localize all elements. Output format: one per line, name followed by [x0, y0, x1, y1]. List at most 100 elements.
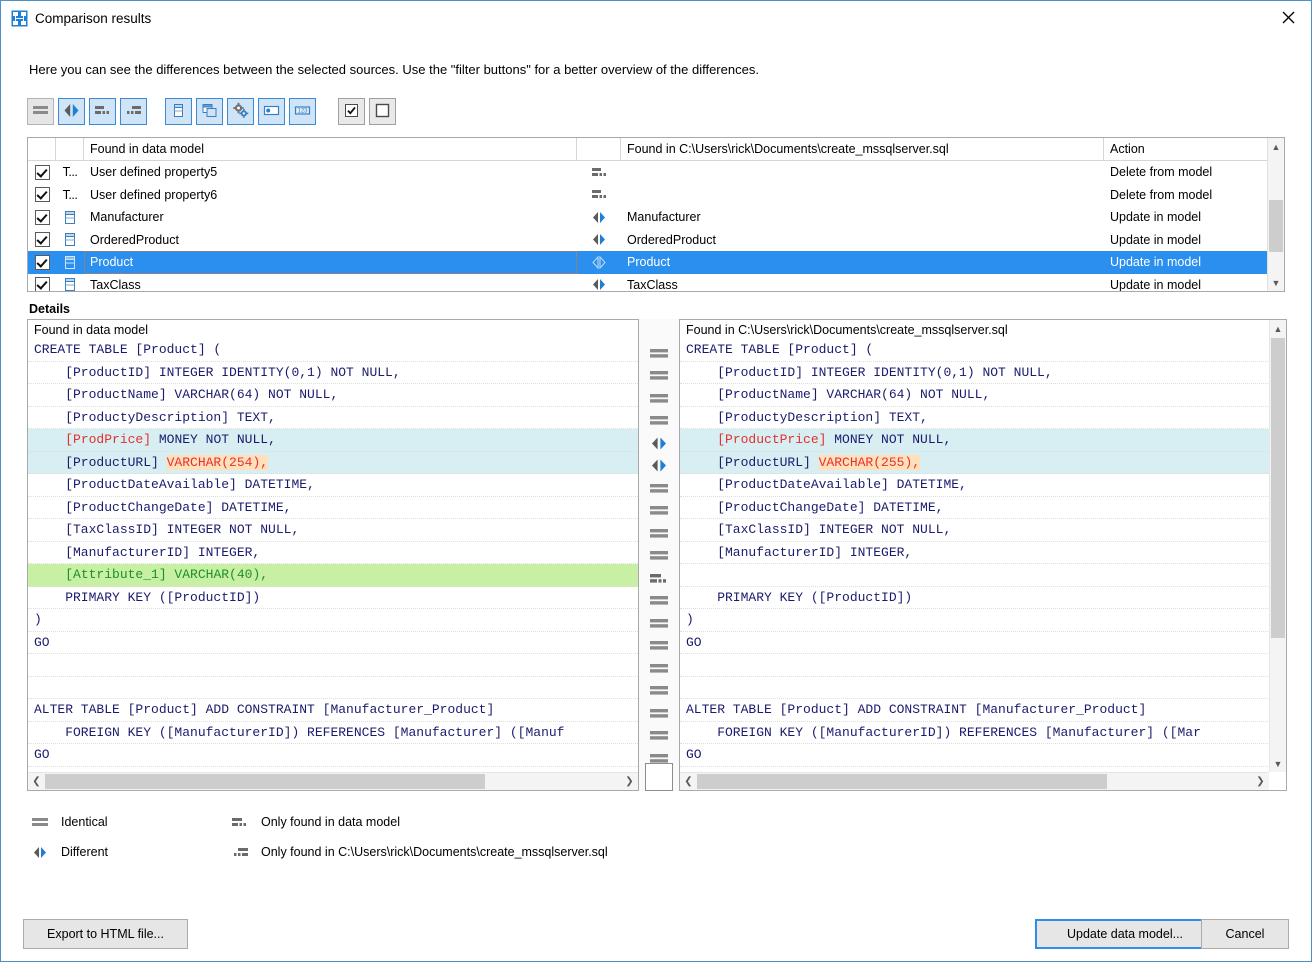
- cancel-button[interactable]: Cancel: [1201, 919, 1289, 949]
- legend-only-in-file: Only found in C:\Users\rick\Documents\cr…: [227, 845, 608, 859]
- right-vertical-scrollbar[interactable]: ▲ ▼: [1269, 320, 1286, 772]
- uncheck-all-button[interactable]: [369, 98, 396, 125]
- window-title: Comparison results: [35, 10, 152, 26]
- code-line: [ProductDateAvailable] DATETIME,: [680, 474, 1286, 497]
- scroll-down-icon[interactable]: ▼: [1270, 755, 1286, 772]
- code-line: PRIMARY KEY ([ProductID]): [28, 587, 638, 609]
- left-hscroll-thumb[interactable]: [45, 774, 485, 789]
- scroll-up-icon[interactable]: ▲: [1268, 138, 1284, 155]
- row-checkbox[interactable]: [28, 274, 56, 291]
- table-row[interactable]: OrderedProduct OrderedProduct Update in …: [28, 229, 1284, 252]
- left-pane-header: Found in data model: [28, 320, 638, 339]
- filter-only-in-model-button[interactable]: [89, 98, 116, 125]
- grid-scroll-thumb[interactable]: [1269, 200, 1283, 252]
- right-vscroll-thumb[interactable]: [1271, 338, 1285, 638]
- legend: Identical Only found in data model Diffe…: [27, 807, 1311, 867]
- gears-icon: [232, 102, 249, 122]
- identical-icon: [646, 545, 672, 568]
- filter-tables-button[interactable]: [165, 98, 192, 125]
- filter-identical-button[interactable]: [27, 98, 54, 125]
- table-row[interactable]: TaxClass TaxClass Update in model: [28, 274, 1284, 292]
- identical-icon: [646, 477, 672, 500]
- filter-views-button[interactable]: [196, 98, 223, 125]
- row-checkbox[interactable]: [28, 229, 56, 252]
- title-bar: Comparison results: [1, 1, 1311, 35]
- left-code-view[interactable]: CREATE TABLE [Product] ( [ProductID] INT…: [28, 339, 638, 767]
- filter-only-in-file-button[interactable]: [120, 98, 147, 125]
- different-icon: [63, 102, 80, 122]
- grid-header-row: Found in data model Found in C:\Users\ri…: [28, 138, 1284, 161]
- scroll-left-icon[interactable]: ❮: [28, 773, 45, 790]
- gutter-corner-box: [645, 763, 673, 791]
- table-row[interactable]: T... User defined property6 Delete from …: [28, 184, 1284, 207]
- filter-procedures-button[interactable]: [227, 98, 254, 125]
- code-line: [ProductyDescription] TEXT,: [28, 407, 638, 429]
- row-right-name: OrderedProduct: [627, 232, 716, 247]
- scroll-right-icon[interactable]: ❯: [621, 773, 638, 790]
- code-line: CREATE TABLE [Product] (: [28, 339, 638, 362]
- identical-icon: [646, 657, 672, 680]
- left-horizontal-scrollbar[interactable]: ❮ ❯: [28, 772, 638, 790]
- grid-vertical-scrollbar[interactable]: ▲ ▼: [1267, 138, 1284, 291]
- only-in-file-icon: [125, 102, 142, 122]
- table-row-selected[interactable]: Product Product Update in model: [28, 251, 1284, 274]
- code-line: [28, 677, 638, 699]
- scroll-up-icon[interactable]: ▲: [1270, 320, 1286, 337]
- row-right-name: [621, 184, 1104, 207]
- filter-toolbar: 123: [27, 98, 1311, 125]
- row-action: Update in model: [1110, 277, 1202, 292]
- row-checkbox[interactable]: [28, 184, 56, 207]
- table-row[interactable]: Manufacturer Manufacturer Update in mode…: [28, 206, 1284, 229]
- filter-different-button[interactable]: [58, 98, 85, 125]
- row-checkbox[interactable]: [28, 206, 56, 229]
- code-line: [ProductName] VARCHAR(64) NOT NULL,: [680, 384, 1286, 407]
- identical-icon: [646, 387, 672, 410]
- right-pane-header: Found in C:\Users\rick\Documents\create_…: [680, 320, 1286, 339]
- code-line: ): [28, 609, 638, 632]
- export-to-html-button[interactable]: Export to HTML file...: [23, 919, 188, 949]
- code-line: [ProductChangeDate] DATETIME,: [680, 497, 1286, 519]
- scroll-down-icon[interactable]: ▼: [1268, 274, 1284, 291]
- grid-header-right[interactable]: Found in C:\Users\rick\Documents\create_…: [621, 138, 1104, 160]
- code-line: [TaxClassID] INTEGER NOT NULL,: [28, 519, 638, 542]
- check-all-button[interactable]: [338, 98, 365, 125]
- table-row[interactable]: T... User defined property5 Delete from …: [28, 161, 1284, 184]
- right-code-view[interactable]: CREATE TABLE [Product] ( [ProductID] INT…: [680, 339, 1286, 767]
- code-line: GO: [28, 632, 638, 654]
- filter-fields-button[interactable]: [258, 98, 285, 125]
- table-icon: [56, 274, 84, 291]
- grid-header-action[interactable]: Action: [1104, 138, 1269, 160]
- grid-header-left[interactable]: Found in data model: [84, 138, 577, 160]
- update-data-model-button[interactable]: Update data model...: [1035, 919, 1215, 949]
- details-label: Details: [29, 302, 70, 316]
- code-line: [ManufacturerID] INTEGER,: [28, 542, 638, 564]
- row-right-name: [621, 161, 1104, 184]
- filter-datatypes-button[interactable]: 123: [289, 98, 316, 125]
- only-in-data-model-icon: [577, 184, 621, 207]
- details-panes: Found in data model CREATE TABLE [Produc…: [27, 319, 1287, 791]
- row-left-name: User defined property5: [90, 165, 218, 180]
- right-horizontal-scrollbar[interactable]: ❮ ❯: [680, 772, 1269, 790]
- different-icon: [646, 455, 672, 478]
- right-hscroll-track[interactable]: [697, 773, 1252, 790]
- row-action: Update in model: [1110, 232, 1202, 247]
- code-line: [ProductURL] VARCHAR(254),: [28, 451, 638, 474]
- left-hscroll-track[interactable]: [45, 773, 621, 790]
- row-action: Delete from model: [1110, 165, 1213, 180]
- row-checkbox[interactable]: [28, 161, 56, 184]
- code-line: GO: [28, 744, 638, 767]
- different-icon: [646, 432, 672, 455]
- right-hscroll-thumb[interactable]: [697, 774, 1107, 789]
- row-checkbox[interactable]: [28, 251, 56, 274]
- type-text-icon: T...: [62, 187, 78, 202]
- type-text-icon: T...: [62, 165, 78, 180]
- table-icon: [56, 206, 84, 229]
- table-icon: [56, 251, 84, 274]
- legend-row: Identical Only found in data model: [27, 807, 1311, 837]
- close-button[interactable]: [1266, 1, 1311, 34]
- table-icon: [56, 229, 84, 252]
- scroll-right-icon[interactable]: ❯: [1252, 773, 1269, 790]
- scroll-left-icon[interactable]: ❮: [680, 773, 697, 790]
- identical-icon: [646, 500, 672, 523]
- code-line: [ProductID] INTEGER IDENTITY(0,1) NOT NU…: [680, 362, 1286, 384]
